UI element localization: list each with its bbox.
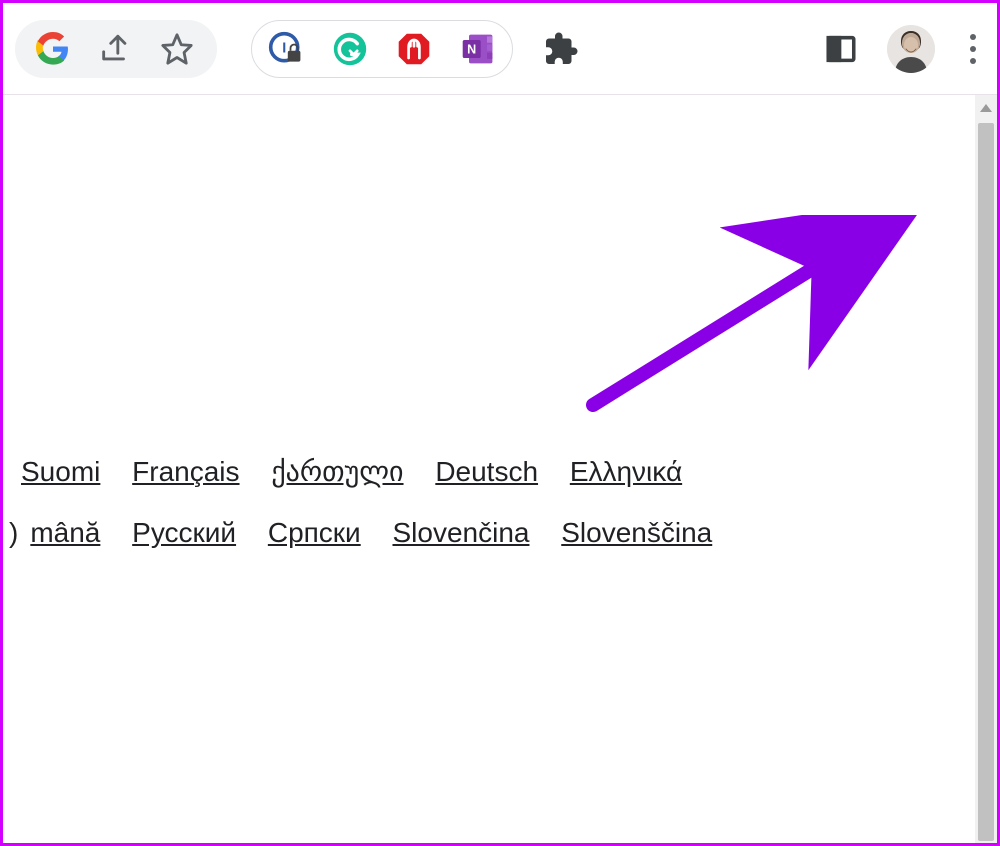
scrollbar[interactable] (975, 95, 997, 843)
kebab-menu-icon[interactable] (961, 34, 985, 64)
lang-link[interactable]: Ελληνικά (570, 456, 682, 487)
browser-window: I (0, 0, 1000, 846)
profile-avatar[interactable] (887, 25, 935, 73)
browser-toolbar: I (3, 3, 997, 95)
lang-link[interactable]: Français (132, 456, 239, 487)
row2-prefix: ) (9, 517, 18, 548)
lang-link[interactable]: Русский (132, 517, 236, 548)
clock-lock-icon[interactable]: I (266, 29, 306, 69)
svg-text:I: I (282, 40, 286, 56)
lang-link[interactable]: mână (30, 517, 100, 548)
share-icon[interactable] (95, 29, 135, 69)
svg-text:N: N (467, 42, 476, 56)
language-row-1: Suomi Français ქართული Deutsch Ελληνικά (9, 445, 724, 500)
lang-link[interactable]: Suomi (21, 456, 100, 487)
lang-link[interactable]: Slovenčina (392, 517, 529, 548)
adblock-icon[interactable] (394, 29, 434, 69)
lang-link[interactable]: Deutsch (435, 456, 538, 487)
address-bar-group (15, 20, 217, 78)
language-row-2: ) mână Русский Српски Slovenčina Slovenšč… (9, 506, 724, 561)
onenote-icon[interactable]: N (458, 29, 498, 69)
annotation-arrow (563, 215, 923, 435)
toolbar-right-group (821, 25, 985, 73)
grammarly-icon[interactable] (330, 29, 370, 69)
page-content: Suomi Français ქართული Deutsch Ελληνικά … (3, 95, 975, 843)
lang-link[interactable]: ქართული (271, 456, 403, 487)
side-panel-icon[interactable] (821, 29, 861, 69)
language-links: Suomi Français ქართული Deutsch Ελληνικά … (3, 445, 724, 560)
content-area: Suomi Français ქართული Deutsch Ελληνικά … (3, 95, 997, 843)
extensions-group: I (251, 20, 513, 78)
google-icon[interactable] (33, 29, 73, 69)
scroll-thumb[interactable] (978, 123, 994, 841)
extensions-icon[interactable] (541, 29, 581, 69)
lang-link[interactable]: Српски (268, 517, 361, 548)
scroll-up-button[interactable] (975, 95, 997, 121)
lang-link[interactable]: Slovenščina (561, 517, 712, 548)
star-icon[interactable] (157, 29, 197, 69)
